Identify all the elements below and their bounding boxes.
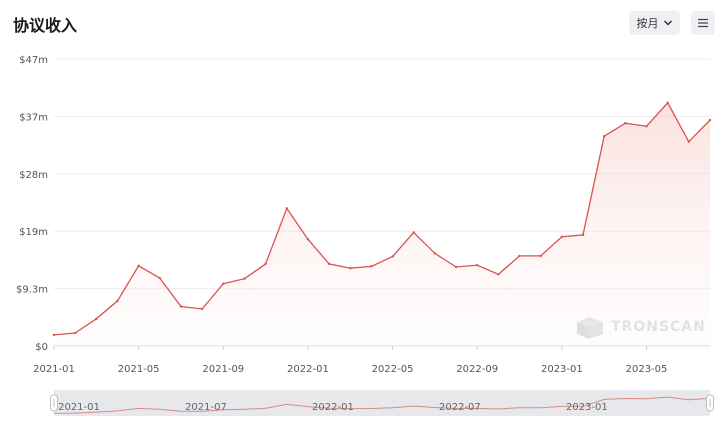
data-point — [158, 276, 162, 280]
data-point — [222, 282, 225, 285]
data-point — [476, 263, 479, 267]
data-point — [200, 307, 204, 311]
y-tick-label: $9.3m — [16, 285, 48, 296]
period-select-button[interactable]: 按月 — [629, 11, 680, 35]
x-tick-label: 2022-01 — [287, 364, 329, 375]
data-point — [95, 317, 98, 321]
zoom-slider-track[interactable] — [54, 390, 710, 416]
revenue-line — [53, 101, 711, 336]
y-tick-label: $37m — [19, 112, 48, 123]
x-tick-label: 2023-01 — [541, 364, 583, 375]
data-point — [306, 238, 310, 241]
zoom-slider-start-handle-body — [50, 394, 58, 412]
x-tick-label: 2022-09 — [456, 364, 498, 375]
data-point — [285, 207, 288, 210]
zoom-slider-end-handle[interactable] — [706, 394, 714, 412]
chevron-down-icon — [663, 20, 672, 26]
y-tick-label: $19m — [19, 227, 48, 238]
data-point — [581, 233, 585, 237]
data-point — [179, 305, 183, 308]
data-point — [73, 331, 77, 335]
chart-menu-button[interactable] — [691, 11, 715, 35]
data-point — [264, 262, 267, 266]
page-title: 协议收入 — [13, 16, 78, 35]
data-point — [666, 101, 669, 105]
x-tick-label: 2021-09 — [202, 364, 244, 375]
revenue-chart: TRONSCAN $0 $9.3m $19m $28m $37m $47m 2021-01… — [16, 55, 714, 416]
data-point — [391, 255, 394, 258]
zoom-slider-end-handle-body — [706, 394, 714, 412]
hamburger-menu-icon — [698, 18, 708, 28]
data-point — [497, 273, 500, 276]
data-point — [645, 125, 648, 128]
data-point — [243, 277, 246, 280]
data-point — [624, 121, 627, 125]
data-point — [370, 265, 373, 268]
zoom-slider-label: 2022-07 — [439, 402, 481, 413]
zoom-slider-start-handle[interactable] — [50, 394, 58, 412]
data-point — [349, 267, 352, 270]
tronscan-watermark-text: TRONSCAN — [611, 319, 706, 335]
zoom-slider-label: 2021-07 — [185, 402, 227, 413]
data-point — [687, 140, 691, 143]
y-tick-label: $47m — [19, 55, 48, 66]
revenue-area — [54, 102, 710, 346]
data-point — [708, 118, 712, 122]
data-point — [433, 252, 437, 255]
data-point — [518, 254, 521, 258]
data-point — [52, 333, 56, 337]
data-point — [602, 134, 606, 138]
x-tick-label: 2022-05 — [372, 364, 414, 375]
data-point — [539, 254, 542, 258]
zoom-slider-label: 2022-01 — [312, 402, 354, 413]
y-tick-label: $28m — [19, 170, 48, 181]
y-tick-label: $0 — [35, 342, 48, 353]
x-tick-label: 2023-05 — [626, 364, 668, 375]
zoom-slider-label: 2021-01 — [58, 402, 100, 413]
tronscan-watermark: TRONSCAN — [577, 317, 706, 339]
data-point — [116, 299, 119, 303]
zoom-slider-preview-line — [53, 396, 711, 414]
data-point — [137, 264, 140, 267]
x-tick-label: 2021-05 — [118, 364, 160, 375]
data-point — [560, 235, 564, 238]
zoom-slider-label: 2023-01 — [566, 402, 608, 413]
x-tick-label: 2021-01 — [33, 364, 75, 375]
data-point — [454, 265, 458, 269]
tronscan-logo-icon — [577, 317, 603, 339]
data-point — [412, 231, 415, 234]
period-select-label: 按月 — [636, 17, 659, 30]
data-point — [327, 262, 331, 266]
